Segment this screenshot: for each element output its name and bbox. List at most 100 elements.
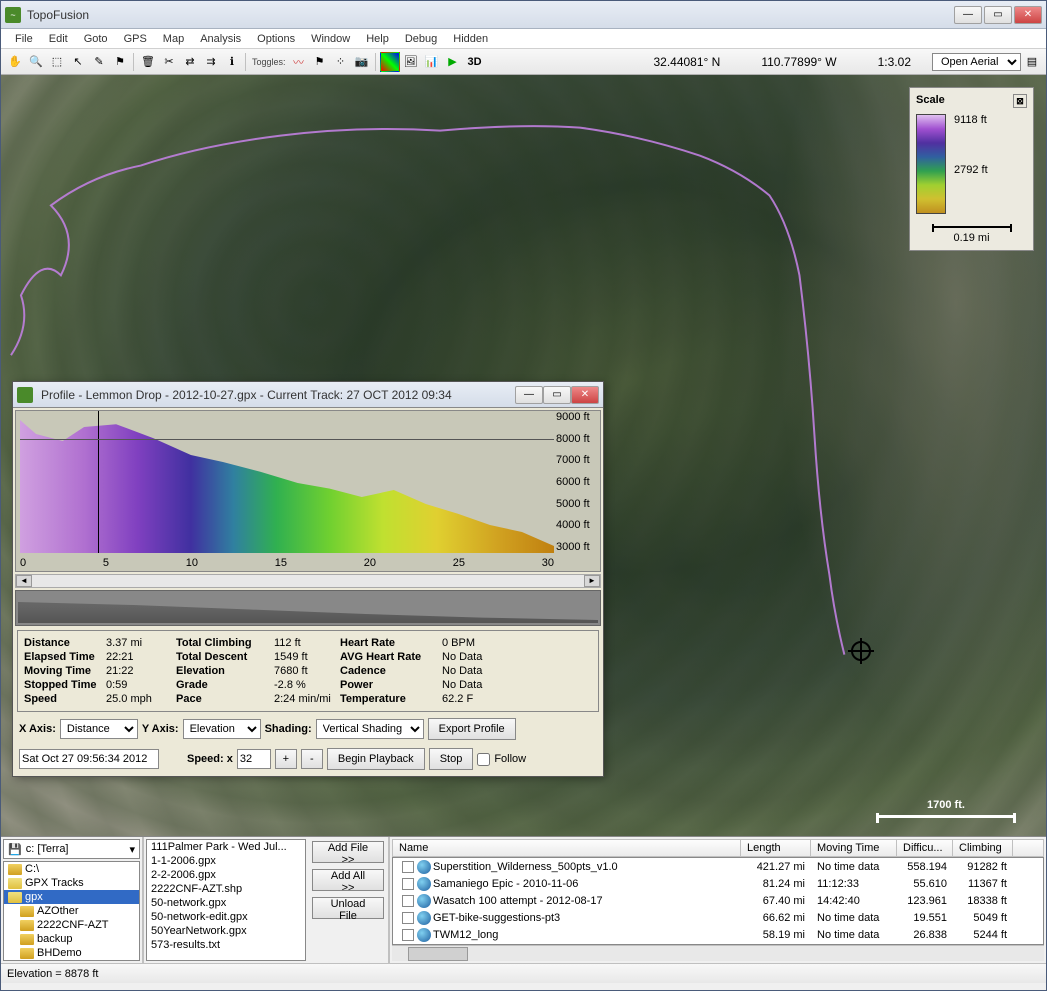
color-tool-icon[interactable] <box>380 52 400 72</box>
speed-down-button[interactable]: - <box>301 749 323 769</box>
menu-edit[interactable]: Edit <box>41 31 76 47</box>
menu-gps[interactable]: GPS <box>116 31 155 47</box>
track-checkbox[interactable] <box>402 929 414 941</box>
profile-window[interactable]: Profile - Lemmon Drop - 2012-10-27.gpx -… <box>12 381 604 777</box>
menu-options[interactable]: Options <box>249 31 303 47</box>
playback-time-input[interactable] <box>19 749 159 769</box>
scale-panel-close-icon[interactable]: ⊠ <box>1013 94 1027 108</box>
file-item[interactable]: 50-network.gpx <box>147 896 305 910</box>
profile-titlebar[interactable]: Profile - Lemmon Drop - 2012-10-27.gpx -… <box>13 382 603 408</box>
track-list-header[interactable]: Name Length Moving Time Difficu... Climb… <box>392 839 1044 857</box>
close-button[interactable]: ✕ <box>1014 6 1042 24</box>
play-icon[interactable]: ▶ <box>443 52 463 72</box>
col-moving[interactable]: Moving Time <box>811 840 897 856</box>
add-file-button[interactable]: Add File >> <box>312 841 384 863</box>
speed-up-button[interactable]: + <box>275 749 297 769</box>
pointer-tool-icon[interactable]: ↖ <box>68 52 88 72</box>
overview-chart[interactable] <box>15 590 601 626</box>
folder-tree[interactable]: C:\ GPX Tracks gpx AZOther 2222CNF-AZT b… <box>3 861 140 961</box>
basemap-layers-icon[interactable]: ▤ <box>1022 52 1042 72</box>
folder-item[interactable]: 2222CNF-AZT <box>4 918 139 932</box>
menu-debug[interactable]: Debug <box>397 31 445 47</box>
speed-input[interactable] <box>237 749 271 769</box>
pan-tool-icon[interactable]: ✋ <box>5 52 25 72</box>
elevation-chart[interactable]: 9000 ft8000 ft7000 ft6000 ft5000 ft4000 … <box>15 410 601 572</box>
col-length[interactable]: Length <box>741 840 811 856</box>
draw-tool-icon[interactable]: ✎ <box>89 52 109 72</box>
col-difficulty[interactable]: Difficu... <box>897 840 953 856</box>
stop-playback-button[interactable]: Stop <box>429 748 474 770</box>
file-item[interactable]: 2-2-2006.gpx <box>147 868 305 882</box>
follow-checkbox[interactable] <box>477 753 490 766</box>
profile-close-button[interactable]: ✕ <box>571 386 599 404</box>
elevation-icon[interactable]: 📊 <box>422 52 442 72</box>
export-profile-button[interactable]: Export Profile <box>428 718 516 740</box>
track-row[interactable]: TWM12_long58.19 miNo time data26.8385244… <box>393 926 1043 943</box>
merge-tool-icon[interactable]: ⇄ <box>180 52 200 72</box>
scroll-right-icon[interactable]: ► <box>584 575 600 587</box>
folder-item[interactable]: C:\ <box>4 862 139 876</box>
file-item[interactable]: 1-1-2006.gpx <box>147 854 305 868</box>
info-tool-icon[interactable]: ℹ <box>222 52 242 72</box>
menu-map[interactable]: Map <box>155 31 192 47</box>
folder-item[interactable]: BHDemo <box>4 946 139 960</box>
shading-select[interactable]: Vertical Shading <box>316 719 424 739</box>
split-tool-icon[interactable]: ⇉ <box>201 52 221 72</box>
basemap-select[interactable]: Open Aerial <box>932 53 1021 71</box>
drive-select[interactable]: 💾 c: [Terra]▾ <box>3 839 140 859</box>
menu-hidden[interactable]: Hidden <box>445 31 496 47</box>
folder-item[interactable]: AZOther <box>4 904 139 918</box>
toggle-photos-icon[interactable]: 📷 <box>352 52 372 72</box>
menu-help[interactable]: Help <box>358 31 397 47</box>
add-all-button[interactable]: Add All >> <box>312 869 384 891</box>
track-row[interactable]: GET-bike-suggestions-pt366.62 miNo time … <box>393 909 1043 926</box>
toggle-points-icon[interactable]: ⁘ <box>331 52 351 72</box>
file-list[interactable]: 111Palmer Park - Wed Jul... 1-1-2006.gpx… <box>146 839 306 961</box>
file-item[interactable]: 111Palmer Park - Wed Jul... <box>147 840 305 854</box>
scroll-left-icon[interactable]: ◄ <box>16 575 32 587</box>
menu-goto[interactable]: Goto <box>76 31 116 47</box>
profile-maximize-button[interactable]: ▭ <box>543 386 571 404</box>
select-tool-icon[interactable]: ⬚ <box>47 52 67 72</box>
maximize-button[interactable]: ▭ <box>984 6 1012 24</box>
track-row[interactable]: Samaniego Epic - 2010-11-0681.24 mi11:12… <box>393 875 1043 892</box>
toggle-track-icon[interactable]: 〰 <box>289 52 309 72</box>
zoom-tool-icon[interactable]: 🔍 <box>26 52 46 72</box>
menu-file[interactable]: File <box>7 31 41 47</box>
cut-tool-icon[interactable]: ✂ <box>159 52 179 72</box>
track-list-body[interactable]: Superstition_Wilderness_500pts_v1.0421.2… <box>392 857 1044 945</box>
layers-icon[interactable]: 🖼 <box>401 52 421 72</box>
track-checkbox[interactable] <box>402 895 414 907</box>
track-row[interactable]: Superstition_Wilderness_500pts_v1.0421.2… <box>393 858 1043 875</box>
file-item[interactable]: 50-network-edit.gpx <box>147 910 305 924</box>
x-axis-select[interactable]: Distance <box>60 719 138 739</box>
track-checkbox[interactable] <box>402 861 414 873</box>
chart-scrollbar[interactable]: ◄ ► <box>15 574 601 588</box>
profile-minimize-button[interactable]: — <box>515 386 543 404</box>
col-climbing[interactable]: Climbing <box>953 840 1013 856</box>
menu-analysis[interactable]: Analysis <box>192 31 249 47</box>
folder-item[interactable]: backup <box>4 932 139 946</box>
unload-file-button[interactable]: Unload File <box>312 897 384 919</box>
track-row[interactable]: Wasatch 100 attempt - 2012-08-1767.40 mi… <box>393 892 1043 909</box>
waypoint-tool-icon[interactable]: ⚑ <box>110 52 130 72</box>
delete-tool-icon[interactable]: 🗑 <box>138 52 158 72</box>
y-axis-select[interactable]: Elevation <box>183 719 261 739</box>
minimize-button[interactable]: — <box>954 6 982 24</box>
3d-button[interactable]: 3D <box>464 56 486 68</box>
file-item[interactable]: 50YearNetwork.gpx <box>147 924 305 938</box>
scale-panel[interactable]: Scale ⊠ 9118 ft 2792 ft 0.19 mi <box>909 87 1034 251</box>
folder-item[interactable]: GPX Tracks <box>4 876 139 890</box>
begin-playback-button[interactable]: Begin Playback <box>327 748 425 770</box>
toggle-flags-icon[interactable]: ⚑ <box>310 52 330 72</box>
folder-item-selected[interactable]: gpx <box>4 890 139 904</box>
file-item[interactable]: 2222CNF-AZT.shp <box>147 882 305 896</box>
track-checkbox[interactable] <box>402 912 414 924</box>
track-checkbox[interactable] <box>402 878 414 890</box>
elevation-gradient <box>916 114 946 214</box>
file-item[interactable]: 573-results.txt <box>147 938 305 952</box>
map-view[interactable]: Scale ⊠ 9118 ft 2792 ft 0.19 mi 1700 ft.… <box>1 75 1046 836</box>
track-list-scrollbar[interactable] <box>392 945 1044 961</box>
menu-window[interactable]: Window <box>303 31 358 47</box>
col-name[interactable]: Name <box>393 840 741 856</box>
